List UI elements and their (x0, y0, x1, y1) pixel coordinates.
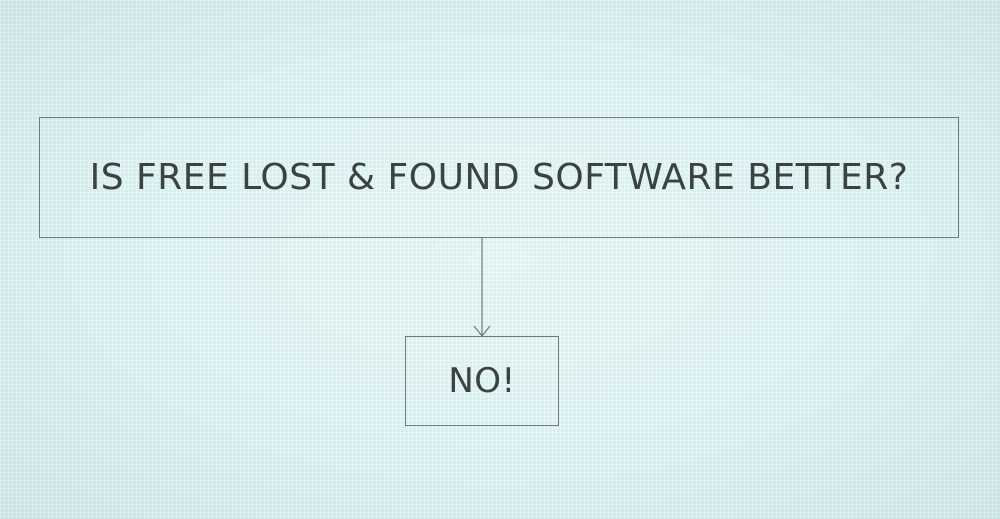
answer-text: NO! (448, 361, 516, 401)
answer-box: NO! (405, 336, 559, 426)
connector-arrow (473, 238, 491, 337)
